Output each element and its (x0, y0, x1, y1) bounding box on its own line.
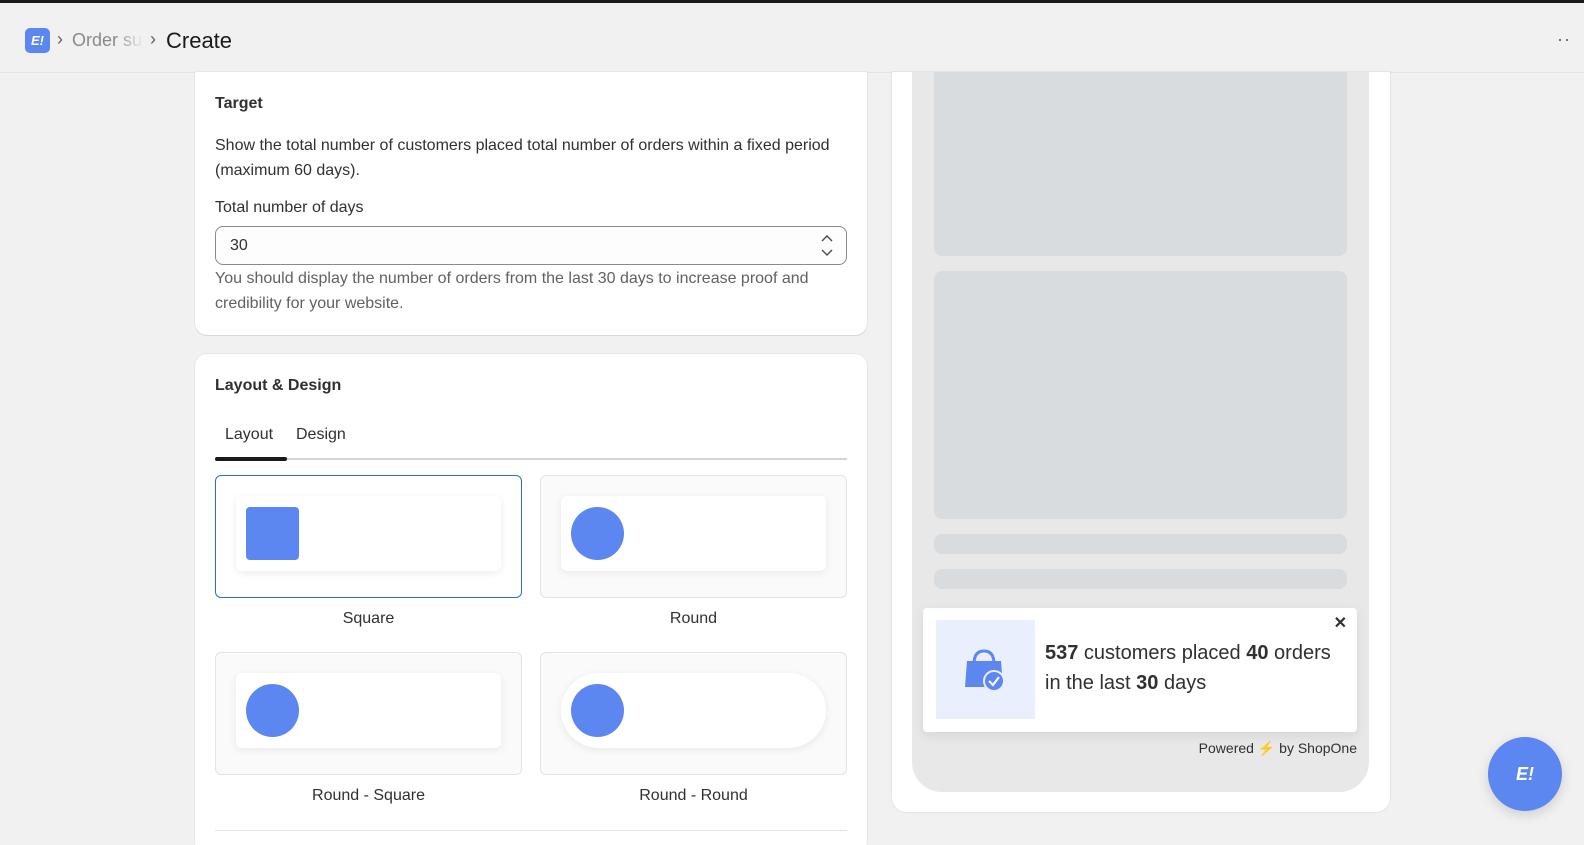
option-preview (236, 496, 501, 571)
layout-option-label: Round - Round (639, 787, 748, 804)
chat-launcher-button[interactable]: E! (1488, 737, 1562, 811)
square-thumbnail-icon (246, 507, 299, 560)
target-description: Show the total number of customers place… (215, 137, 830, 179)
order-count-notification: 537 customers placed 40 orders in the la… (923, 608, 1357, 732)
layout-option-round[interactable] (540, 475, 847, 598)
chevron-right-icon: › (57, 29, 63, 49)
option-preview (561, 673, 826, 748)
layout-option-label: Square (342, 610, 395, 627)
phone-preview: 537 customers placed 40 orders in the la… (912, 72, 1369, 792)
layout-design-title: Layout & Design (215, 377, 342, 394)
layout-design-card: Layout & Design Layout Design Square Rou… (195, 354, 867, 845)
page-header: E! › Order su › Create ·· (0, 3, 1584, 73)
breadcrumb-parent-link[interactable]: Order su (72, 30, 144, 51)
layout-option-square[interactable] (215, 475, 522, 598)
preview-card: 537 customers placed 40 orders in the la… (892, 72, 1390, 812)
circle-thumbnail-icon (571, 684, 624, 737)
circle-thumbnail-icon (246, 684, 299, 737)
layout-option-label: Round (669, 610, 718, 627)
notification-image (936, 620, 1035, 719)
close-icon[interactable]: ✕ (1334, 613, 1347, 633)
skeleton-block (934, 72, 1347, 256)
skeleton-line (934, 534, 1347, 554)
more-actions-button[interactable]: ·· (1557, 29, 1571, 50)
page-title: Create (166, 28, 233, 53)
circle-thumbnail-icon (571, 507, 624, 560)
active-tab-indicator (215, 457, 287, 461)
powered-by-label: Powered ⚡ by ShopOne (1199, 740, 1357, 757)
days-value[interactable]: 30 (230, 237, 248, 255)
customer-count: 537 (1045, 642, 1079, 664)
tab-layout[interactable]: Layout (225, 426, 273, 444)
skeleton-line (934, 569, 1347, 589)
notification-message: 537 customers placed 40 orders in the la… (1045, 638, 1350, 698)
order-count: 40 (1246, 642, 1269, 664)
powered-suffix: by ShopOne (1279, 740, 1357, 756)
layout-option-label: Round - Square (312, 787, 425, 804)
days-help-text: You should display the number of orders … (215, 270, 809, 312)
increment-chevron-up-icon[interactable] (818, 231, 836, 245)
layout-option-round-square[interactable] (215, 652, 522, 775)
chevron-right-icon: › (150, 29, 156, 49)
decrement-chevron-down-icon[interactable] (818, 246, 836, 260)
target-title: Target (215, 95, 263, 112)
message-text: days (1158, 672, 1207, 694)
option-preview (561, 496, 826, 571)
layout-option-round-round[interactable] (540, 652, 847, 775)
days-number-input[interactable]: 30 (215, 226, 847, 265)
app-logo-icon[interactable]: E! (25, 28, 50, 53)
target-card: Target Show the total number of customer… (195, 72, 867, 335)
skeleton-block (934, 271, 1347, 519)
option-preview (236, 673, 501, 748)
day-count: 30 (1136, 672, 1159, 694)
days-field-label: Total number of days (215, 199, 364, 216)
message-text: customers placed (1078, 642, 1247, 664)
layout-design-tabs: Layout Design (215, 420, 847, 461)
powered-prefix: Powered (1198, 740, 1254, 756)
tab-design[interactable]: Design (296, 426, 346, 444)
shopping-bag-check-icon (965, 649, 1005, 692)
lightning-icon: ⚡ (1257, 740, 1276, 756)
divider (215, 830, 847, 831)
